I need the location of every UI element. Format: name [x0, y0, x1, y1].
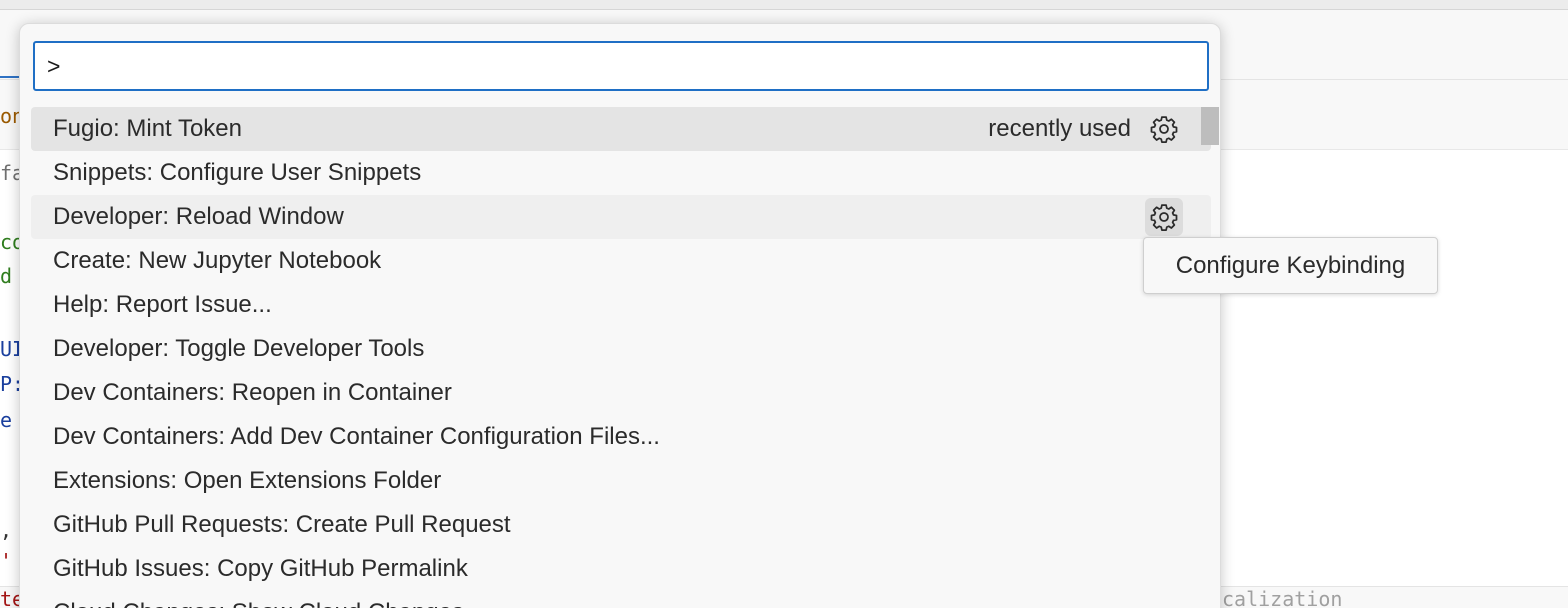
command-list: Fugio: Mint Token recently used Snippets…: [31, 107, 1211, 608]
command-label: Fugio: Mint Token: [53, 115, 242, 142]
command-item-reopen-in-container[interactable]: Dev Containers: Reopen in Container: [31, 371, 1211, 415]
command-palette-input[interactable]: [33, 41, 1209, 91]
command-label: Help: Report Issue...: [53, 291, 272, 318]
command-item-reload-window[interactable]: Developer: Reload Window: [31, 195, 1211, 239]
command-item-report-issue[interactable]: Help: Report Issue...: [31, 283, 1211, 327]
command-label: Developer: Reload Window: [53, 203, 344, 230]
command-item-new-jupyter-notebook[interactable]: Create: New Jupyter Notebook: [31, 239, 1211, 283]
command-label: Developer: Toggle Developer Tools: [53, 335, 425, 362]
command-palette: Fugio: Mint Token recently used Snippets…: [19, 23, 1221, 608]
command-item-toggle-developer-tools[interactable]: Developer: Toggle Developer Tools: [31, 327, 1211, 371]
gear-icon[interactable]: [1145, 110, 1183, 148]
command-label: Cloud Changes: Show Cloud Changes: [53, 599, 464, 608]
command-label: GitHub Issues: Copy GitHub Permalink: [53, 555, 468, 582]
recently-used-badge: recently used: [988, 115, 1131, 142]
command-item-copy-github-permalink[interactable]: GitHub Issues: Copy GitHub Permalink: [31, 547, 1211, 591]
window-title-strip: [0, 0, 1568, 10]
command-label: GitHub Pull Requests: Create Pull Reques…: [53, 511, 511, 538]
tooltip-text: Configure Keybinding: [1175, 251, 1406, 279]
command-item-actions: recently used: [988, 107, 1183, 151]
command-list-scrollbar[interactable]: [1201, 107, 1219, 145]
command-item-create-pull-request[interactable]: GitHub Pull Requests: Create Pull Reques…: [31, 503, 1211, 547]
code-fragment: e: [0, 408, 13, 432]
command-label: Dev Containers: Reopen in Container: [53, 379, 452, 406]
code-fragment: ,: [0, 518, 13, 542]
command-item-add-dev-container-config[interactable]: Dev Containers: Add Dev Container Config…: [31, 415, 1211, 459]
command-item-actions: [1145, 195, 1183, 239]
code-fragment: ': [0, 549, 13, 573]
gear-icon[interactable]: [1145, 198, 1183, 236]
code-fragment-right: calization: [1222, 587, 1343, 608]
code-fragment: d: [0, 264, 13, 288]
command-item-fugio-mint-token[interactable]: Fugio: Mint Token recently used: [31, 107, 1211, 151]
command-label: Snippets: Configure User Snippets: [53, 159, 422, 186]
command-item-open-extensions-folder[interactable]: Extensions: Open Extensions Folder: [31, 459, 1211, 503]
command-label: Extensions: Open Extensions Folder: [53, 467, 442, 494]
command-label: Dev Containers: Add Dev Container Config…: [53, 423, 660, 450]
configure-keybinding-tooltip: Configure Keybinding: [1143, 237, 1438, 294]
command-label: Create: New Jupyter Notebook: [53, 247, 382, 274]
command-item-show-cloud-changes[interactable]: Cloud Changes: Show Cloud Changes: [31, 591, 1211, 608]
command-item-configure-user-snippets[interactable]: Snippets: Configure User Snippets: [31, 151, 1211, 195]
